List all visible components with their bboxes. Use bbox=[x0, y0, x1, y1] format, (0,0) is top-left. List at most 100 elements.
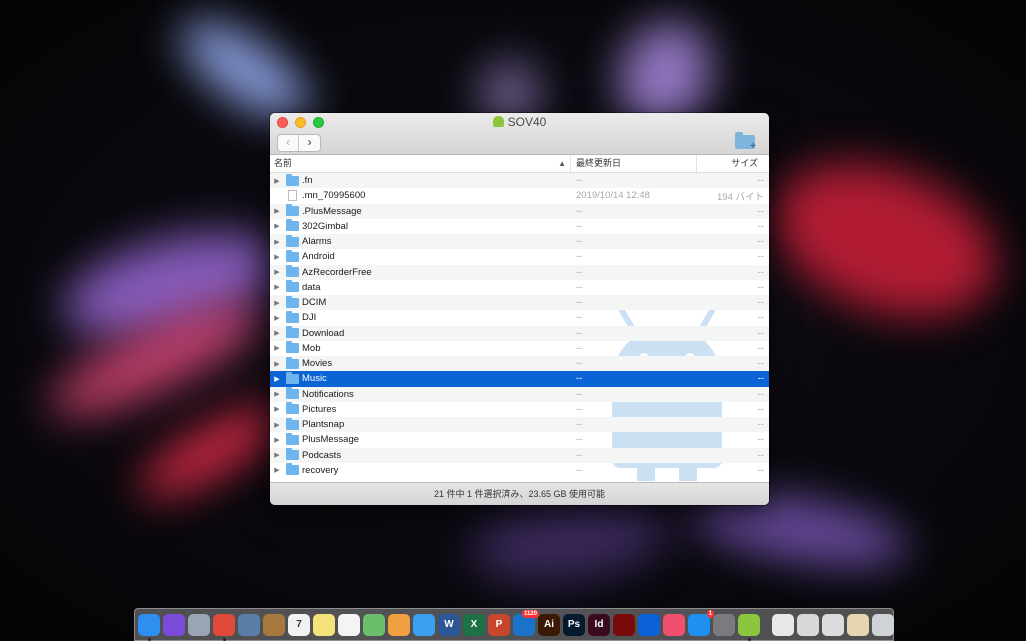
file-icon bbox=[288, 190, 297, 202]
folder-icon bbox=[286, 280, 299, 293]
file-row[interactable]: ▶ DJI -- -- bbox=[270, 310, 769, 325]
file-row[interactable]: ▶ data -- -- bbox=[270, 280, 769, 295]
name-column-header[interactable]: 名前 ▲ bbox=[270, 155, 571, 172]
disclosure-triangle-icon[interactable]: ▶ bbox=[270, 222, 284, 230]
folder-icon bbox=[286, 356, 299, 369]
file-name: Podcasts bbox=[302, 449, 342, 461]
disclosure-triangle-icon[interactable]: ▶ bbox=[270, 390, 284, 398]
back-button[interactable]: ‹ bbox=[278, 135, 299, 151]
disclosure-triangle-icon[interactable]: ▶ bbox=[270, 299, 284, 307]
file-size: -- bbox=[757, 175, 764, 187]
word-icon[interactable]: W bbox=[438, 613, 460, 636]
disclosure-triangle-icon[interactable]: ▶ bbox=[270, 405, 284, 413]
indesign-icon[interactable]: Id bbox=[588, 613, 610, 636]
folder-icon bbox=[286, 310, 299, 323]
file-row[interactable]: ▶ Download -- -- bbox=[270, 325, 769, 341]
disclosure-triangle-icon[interactable]: ▶ bbox=[270, 253, 284, 261]
dock-label: Id bbox=[594, 619, 604, 630]
system-preferences-icon[interactable] bbox=[713, 613, 735, 636]
disclosure-triangle-icon[interactable]: ▶ bbox=[270, 360, 284, 368]
file-row[interactable]: ▶ Notifications -- -- bbox=[270, 386, 769, 402]
disclosure-triangle-icon[interactable]: ▶ bbox=[270, 451, 284, 459]
file-transfer-window[interactable]: SOV40 ‹ › + 名前 ▲ 最終更新日 サイズ ▶ .fn -- -- .mn_7… bbox=[270, 113, 769, 505]
file-row[interactable]: ▶ .PlusMessage -- -- bbox=[270, 203, 769, 219]
file-date: -- bbox=[576, 373, 583, 385]
file-row[interactable]: ▶ .fn -- -- bbox=[270, 173, 769, 189]
disclosure-triangle-icon[interactable]: ▶ bbox=[270, 314, 284, 322]
disclosure-triangle-icon[interactable]: ▶ bbox=[270, 177, 284, 185]
forward-button[interactable]: › bbox=[299, 135, 320, 151]
file-size: -- bbox=[757, 373, 764, 385]
file-list[interactable]: ▶ .fn -- -- .mn_70995600 2019/10/14 12:48 194 … bbox=[270, 173, 769, 481]
notes-icon[interactable] bbox=[313, 613, 335, 636]
file-row[interactable]: ▶ Mob -- -- bbox=[270, 341, 769, 356]
folder-icon bbox=[286, 265, 299, 278]
documents-stack-icon[interactable] bbox=[772, 613, 794, 636]
acrobat-icon[interactable] bbox=[613, 613, 635, 636]
file-row[interactable]: ▶ Music -- -- bbox=[270, 371, 769, 387]
file-row[interactable]: ▶ Android -- -- bbox=[270, 249, 769, 264]
trash-icon[interactable] bbox=[872, 613, 894, 636]
folder-icon bbox=[286, 173, 299, 186]
file-row[interactable]: ▶ DCIM -- -- bbox=[270, 295, 769, 311]
folder-icon bbox=[286, 387, 299, 400]
file-row[interactable]: ▶ Movies -- -- bbox=[270, 356, 769, 372]
disclosure-triangle-icon[interactable]: ▶ bbox=[270, 344, 284, 352]
file-row[interactable]: ▶ Podcasts -- -- bbox=[270, 447, 769, 463]
file-row[interactable]: ▶ Plantsnap -- -- bbox=[270, 417, 769, 433]
file-row[interactable]: ▶ Alarms -- -- bbox=[270, 234, 769, 250]
file-row[interactable]: ▶ 302Gimbal -- -- bbox=[270, 219, 769, 234]
file-date: -- bbox=[576, 236, 583, 248]
photos-icon[interactable] bbox=[388, 613, 410, 636]
file-row[interactable]: ▶ Pictures -- -- bbox=[270, 402, 769, 417]
date-column-header[interactable]: 最終更新日 bbox=[571, 155, 697, 172]
itunes-icon[interactable] bbox=[663, 613, 685, 636]
launchpad-icon[interactable] bbox=[188, 613, 210, 636]
calendar-icon[interactable]: 7 bbox=[288, 613, 310, 636]
titlebar[interactable]: SOV40 ‹ › + bbox=[270, 113, 769, 155]
illustrator-icon[interactable]: Ai bbox=[538, 613, 560, 636]
disclosure-triangle-icon[interactable]: ▶ bbox=[270, 436, 284, 444]
disclosure-triangle-icon[interactable]: ▶ bbox=[270, 283, 284, 291]
file-size: -- bbox=[757, 297, 764, 309]
appstore-icon[interactable]: 1 bbox=[688, 609, 714, 636]
disclosure-triangle-icon[interactable]: ▶ bbox=[270, 466, 284, 474]
dock-label: P bbox=[495, 619, 503, 630]
file-row[interactable]: ▶ PlusMessage -- -- bbox=[270, 432, 769, 447]
file-date: -- bbox=[576, 419, 583, 431]
dropbox-icon[interactable] bbox=[638, 613, 660, 636]
excel-icon[interactable]: X bbox=[463, 613, 485, 636]
reminders-icon[interactable] bbox=[338, 613, 360, 636]
siri-icon[interactable] bbox=[163, 613, 185, 636]
file-row[interactable]: ▶ AzRecorderFree -- -- bbox=[270, 264, 769, 280]
powerpoint-icon[interactable]: P bbox=[488, 613, 510, 636]
file-date: -- bbox=[576, 205, 583, 217]
file-name: AzRecorderFree bbox=[302, 266, 372, 278]
printer-icon[interactable] bbox=[797, 613, 819, 636]
disclosure-triangle-icon[interactable]: ▶ bbox=[270, 329, 284, 337]
finder-icon[interactable] bbox=[138, 613, 160, 641]
file-name: Pictures bbox=[302, 403, 337, 415]
desktop-stack-icon[interactable] bbox=[847, 613, 869, 636]
disclosure-triangle-icon[interactable]: ▶ bbox=[270, 375, 284, 383]
disclosure-triangle-icon[interactable]: ▶ bbox=[270, 268, 284, 276]
folder-icon bbox=[286, 371, 299, 384]
preview-icon[interactable] bbox=[238, 613, 260, 636]
notebook-icon[interactable] bbox=[263, 613, 285, 636]
disclosure-triangle-icon[interactable]: ▶ bbox=[270, 238, 284, 246]
file-row[interactable]: .mn_70995600 2019/10/14 12:48 194 バイト bbox=[270, 188, 769, 203]
outlook-icon[interactable]: 1120 bbox=[513, 609, 539, 636]
photoshop-icon[interactable]: Ps bbox=[563, 613, 585, 636]
new-folder-icon[interactable]: + bbox=[735, 132, 756, 152]
maps-icon[interactable] bbox=[363, 613, 385, 636]
size-column-header[interactable]: サイズ bbox=[697, 155, 769, 172]
disclosure-triangle-icon[interactable]: ▶ bbox=[270, 207, 284, 215]
android-file-transfer-icon[interactable] bbox=[738, 613, 760, 641]
folder-icon bbox=[286, 463, 299, 476]
file-row[interactable]: ▶ recovery -- -- bbox=[270, 463, 769, 478]
file-name: .mn_70995600 bbox=[302, 190, 366, 202]
downloads-stack-icon[interactable] bbox=[822, 613, 844, 636]
chrome-icon[interactable] bbox=[213, 613, 235, 641]
disclosure-triangle-icon[interactable]: ▶ bbox=[270, 421, 284, 429]
messages-icon[interactable] bbox=[413, 613, 435, 636]
